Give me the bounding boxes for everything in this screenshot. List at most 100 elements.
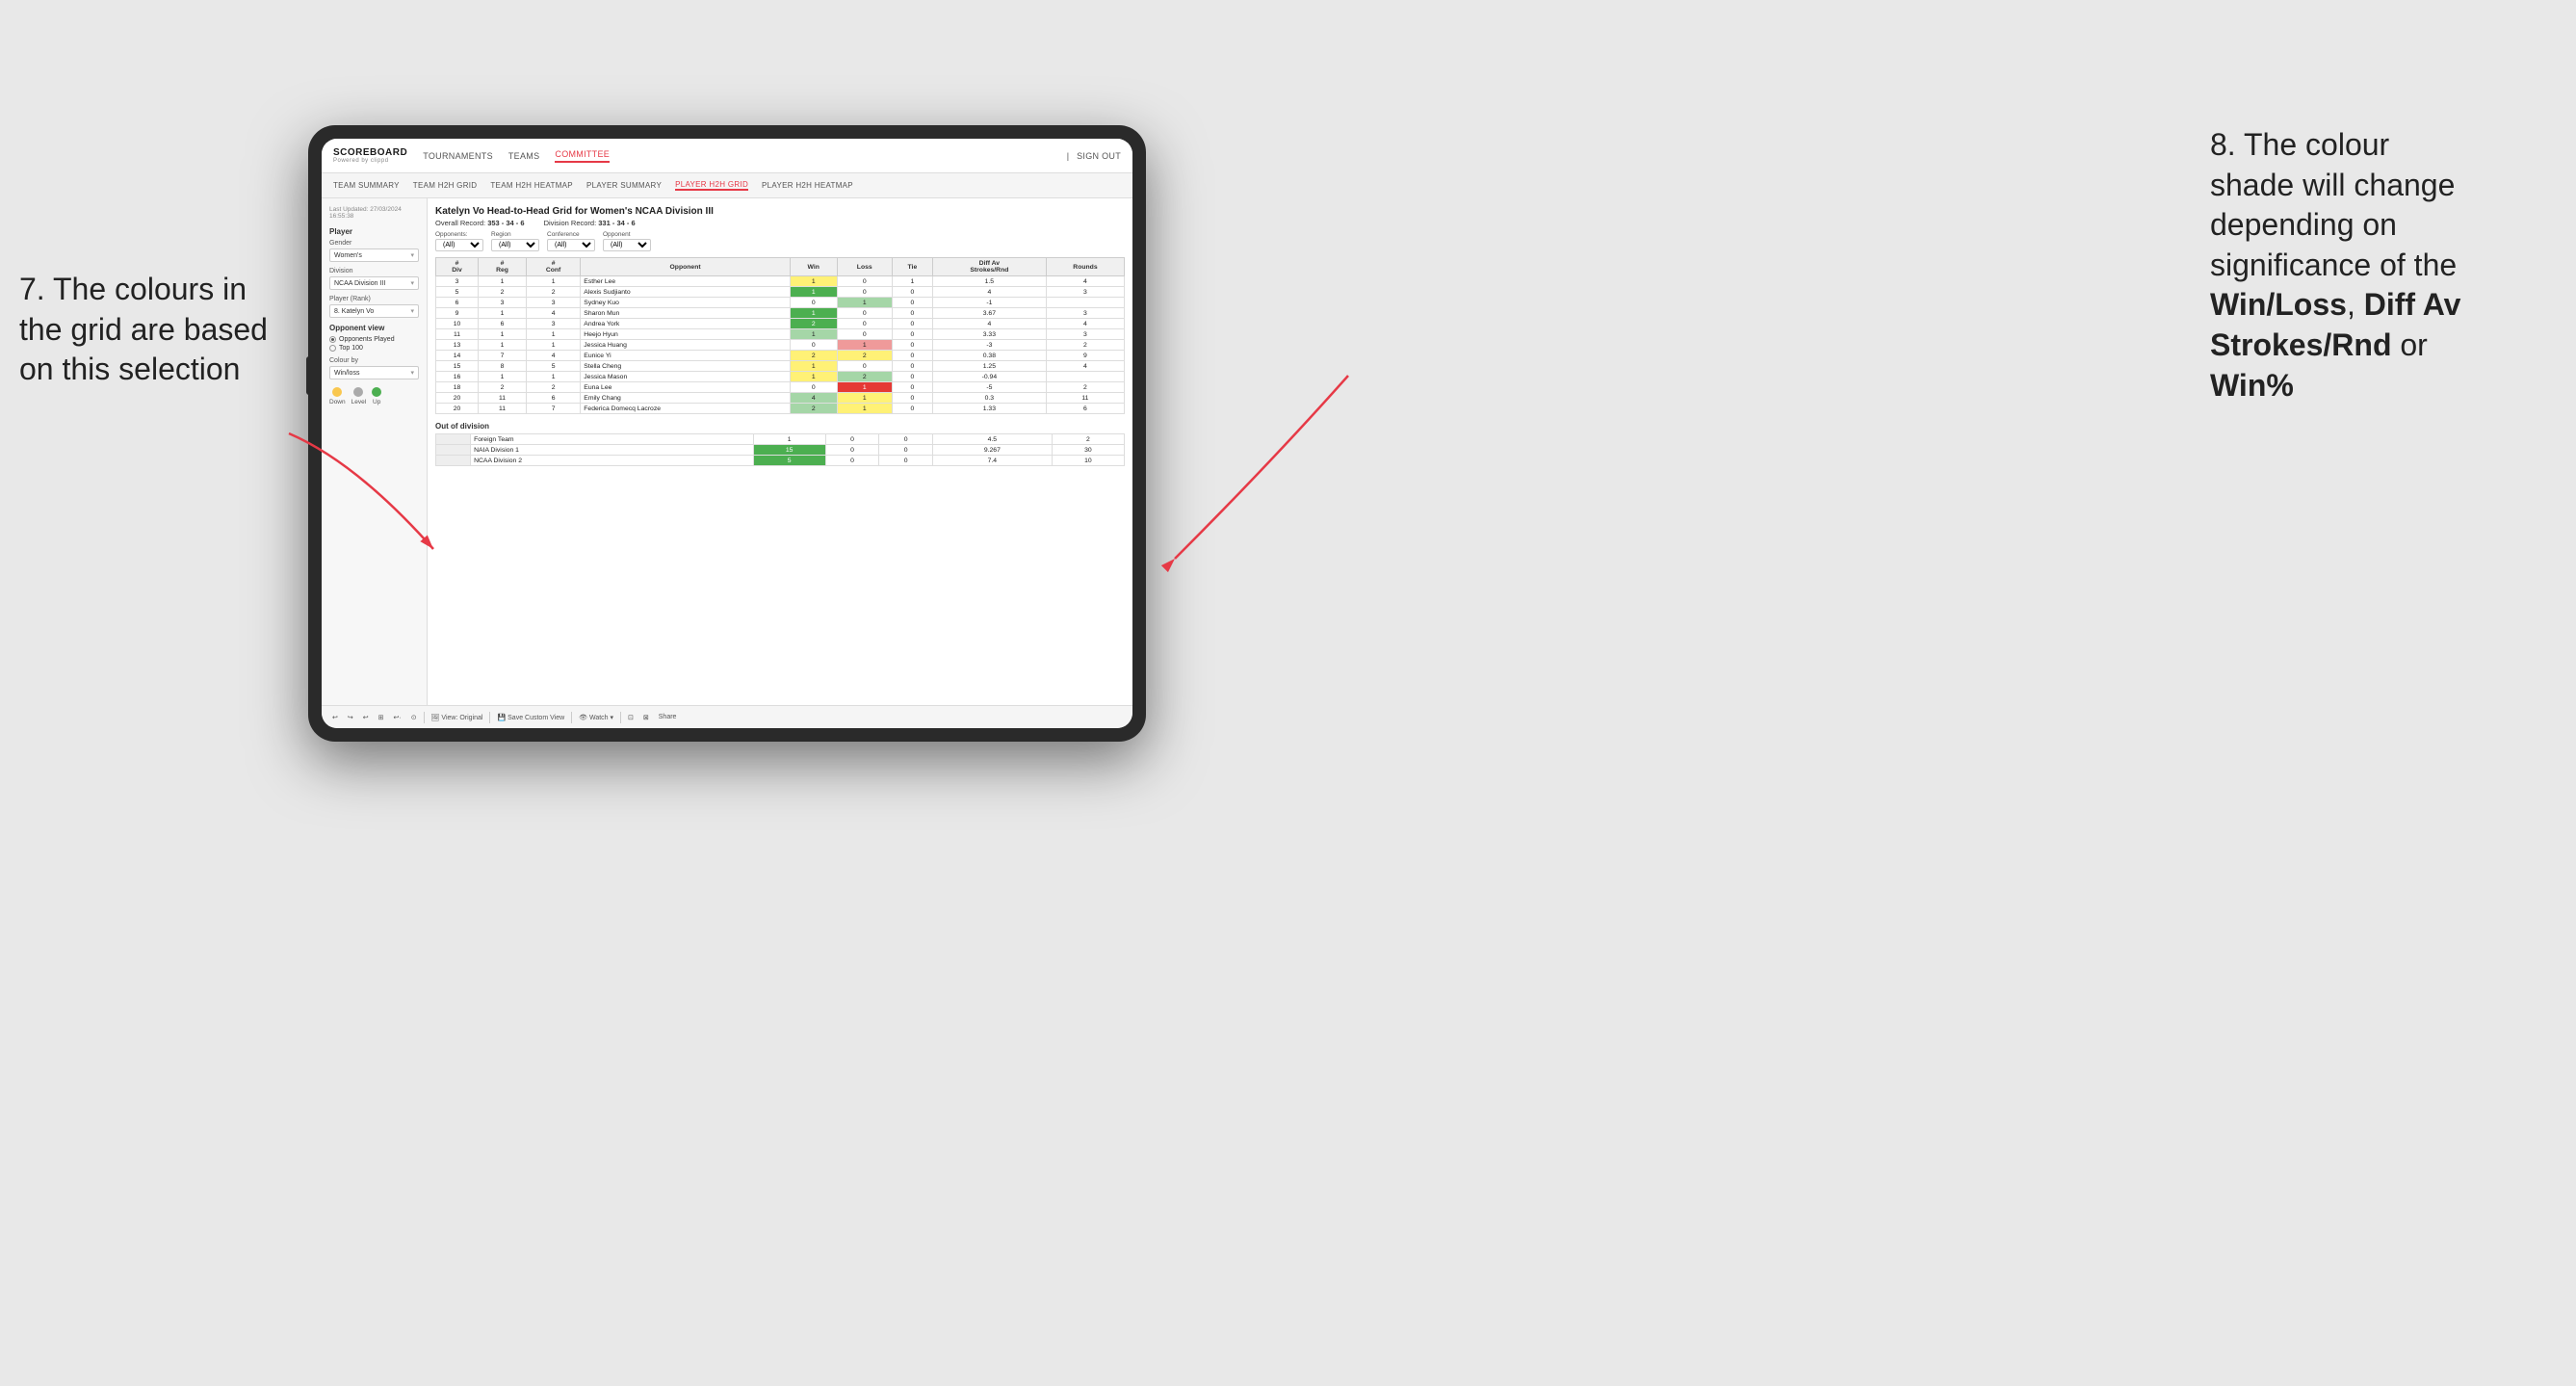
legend: Down Level Up: [329, 387, 419, 405]
legend-down-dot: [332, 387, 342, 397]
toolbar-save-custom[interactable]: 💾 Save Custom View: [494, 713, 567, 722]
cell-loss: 0: [837, 287, 892, 298]
division-select[interactable]: NCAA Division III: [329, 276, 419, 290]
cell-div: 10: [436, 319, 479, 329]
cell-reg: 1: [479, 276, 527, 287]
sub-nav-player-summary[interactable]: PLAYER SUMMARY: [586, 181, 662, 190]
ood-cell-diff: 7.4: [932, 456, 1052, 466]
main-data-table: #Div #Reg #Conf Opponent Win Loss Tie Di…: [435, 257, 1125, 414]
cell-tie: 0: [892, 329, 932, 340]
cell-win: 1: [790, 308, 837, 319]
opponent-filter-select[interactable]: (All): [603, 239, 651, 251]
ood-cell-empty: [436, 434, 471, 445]
opponent-view-title: Opponent view: [329, 324, 419, 332]
toolbar-watch[interactable]: 👁 Watch ▾: [576, 713, 616, 722]
opponent-view-radio-group: Opponents Played Top 100: [329, 336, 419, 352]
cell-opponent: Andrea York: [581, 319, 791, 329]
table-row: 16 1 1 Jessica Mason 1 2 0 -0.94: [436, 372, 1125, 382]
top-nav: SCOREBOARD Powered by clippd TOURNAMENTS…: [322, 139, 1132, 173]
conference-filter-select[interactable]: (All): [547, 239, 595, 251]
toolbar-redo[interactable]: ↪: [345, 713, 356, 722]
ood-table-row: NCAA Division 2 5 0 0 7.4 10: [436, 456, 1125, 466]
region-filter-select[interactable]: (All): [491, 239, 539, 251]
legend-up-dot: [372, 387, 381, 397]
cell-conf: 1: [526, 329, 580, 340]
out-of-division-table: Foreign Team 1 0 0 4.5 2 NAIA Division 1…: [435, 433, 1125, 466]
toolbar-undo2[interactable]: ↩: [360, 713, 372, 722]
region-filter: Region (All): [491, 231, 539, 251]
region-filter-label: Region: [491, 231, 539, 238]
sub-nav: TEAM SUMMARY TEAM H2H GRID TEAM H2H HEAT…: [322, 173, 1132, 198]
table-row: 10 6 3 Andrea York 2 0 0 4 4: [436, 319, 1125, 329]
toolbar-grid[interactable]: ⊞: [376, 713, 387, 722]
ood-cell-opponent: NAIA Division 1: [471, 445, 753, 456]
cell-opponent: Sharon Mun: [581, 308, 791, 319]
main-content: Last Updated: 27/03/2024 16:55:38 Player…: [322, 198, 1132, 705]
cell-loss: 1: [837, 298, 892, 308]
cell-tie: 0: [892, 404, 932, 414]
cell-div: 16: [436, 372, 479, 382]
table-row: 15 8 5 Stella Cheng 1 0 0 1.25 4: [436, 361, 1125, 372]
cell-div: 5: [436, 287, 479, 298]
ood-table-row: NAIA Division 1 15 0 0 9.267 30: [436, 445, 1125, 456]
table-row: 11 1 1 Heejo Hyun 1 0 0 3.33 3: [436, 329, 1125, 340]
toolbar-btn1[interactable]: ⊡: [625, 713, 637, 722]
cell-tie: 0: [892, 340, 932, 351]
col-loss: Loss: [837, 258, 892, 276]
table-row: 6 3 3 Sydney Kuo 0 1 0 -1: [436, 298, 1125, 308]
toolbar-view-original[interactable]: 🖼 View: Original: [429, 713, 486, 722]
table-row: 20 11 6 Emily Chang 4 1 0 0.3 11: [436, 393, 1125, 404]
nav-tournaments[interactable]: TOURNAMENTS: [423, 151, 493, 161]
cell-conf: 2: [526, 287, 580, 298]
cell-tie: 0: [892, 393, 932, 404]
cell-win: 0: [790, 340, 837, 351]
cell-conf: 5: [526, 361, 580, 372]
legend-up: Up: [372, 387, 381, 405]
sub-nav-player-h2h-grid[interactable]: PLAYER H2H GRID: [675, 180, 748, 191]
cell-opponent: Jessica Huang: [581, 340, 791, 351]
toolbar-clock[interactable]: ⊙: [408, 713, 420, 722]
cell-tie: 0: [892, 287, 932, 298]
sub-nav-team-h2h-grid[interactable]: TEAM H2H GRID: [413, 181, 478, 190]
sub-nav-player-h2h-heatmap[interactable]: PLAYER H2H HEATMAP: [762, 181, 853, 190]
toolbar-undo[interactable]: ↩: [329, 713, 341, 722]
cell-opponent: Emily Chang: [581, 393, 791, 404]
colour-by-select[interactable]: Win/loss: [329, 366, 419, 379]
cell-opponent: Euna Lee: [581, 382, 791, 393]
nav-committee[interactable]: COMMITTEE: [555, 149, 610, 163]
opponents-filter-select[interactable]: (All): [435, 239, 483, 251]
cell-reg: 6: [479, 319, 527, 329]
last-updated: Last Updated: 27/03/2024 16:55:38: [329, 206, 419, 220]
cell-opponent: Heejo Hyun: [581, 329, 791, 340]
cell-tie: 1: [892, 276, 932, 287]
cell-div: 9: [436, 308, 479, 319]
nav-right: | Sign out: [1067, 151, 1121, 161]
top-100-radio[interactable]: Top 100: [329, 345, 419, 352]
opponents-played-radio[interactable]: Opponents Played: [329, 336, 419, 343]
toolbar-refresh[interactable]: ↩·: [391, 713, 404, 722]
cell-opponent: Alexis Sudjianto: [581, 287, 791, 298]
cell-win: 0: [790, 382, 837, 393]
toolbar-share[interactable]: Share: [656, 713, 680, 721]
toolbar-btn2[interactable]: ⊠: [640, 713, 652, 722]
gender-label: Gender: [329, 240, 419, 247]
cell-reg: 11: [479, 393, 527, 404]
cell-diff: 1.5: [932, 276, 1046, 287]
sub-nav-team-summary[interactable]: TEAM SUMMARY: [333, 181, 400, 190]
sign-out-button[interactable]: Sign out: [1077, 151, 1121, 161]
cell-reg: 11: [479, 404, 527, 414]
nav-teams[interactable]: TEAMS: [508, 151, 540, 161]
player-rank-select[interactable]: 8. Katelyn Vo: [329, 304, 419, 318]
ood-cell-rounds: 30: [1052, 445, 1124, 456]
cell-diff: 4: [932, 287, 1046, 298]
table-row: 5 2 2 Alexis Sudjianto 1 0 0 4 3: [436, 287, 1125, 298]
ood-cell-opponent: Foreign Team: [471, 434, 753, 445]
gender-select[interactable]: Women's: [329, 248, 419, 262]
ood-cell-win: 1: [753, 434, 825, 445]
col-rounds: Rounds: [1046, 258, 1124, 276]
cell-rounds: 4: [1046, 319, 1124, 329]
cell-reg: 1: [479, 340, 527, 351]
cell-win: 1: [790, 287, 837, 298]
sub-nav-team-h2h-heatmap[interactable]: TEAM H2H HEATMAP: [490, 181, 573, 190]
cell-diff: -1: [932, 298, 1046, 308]
